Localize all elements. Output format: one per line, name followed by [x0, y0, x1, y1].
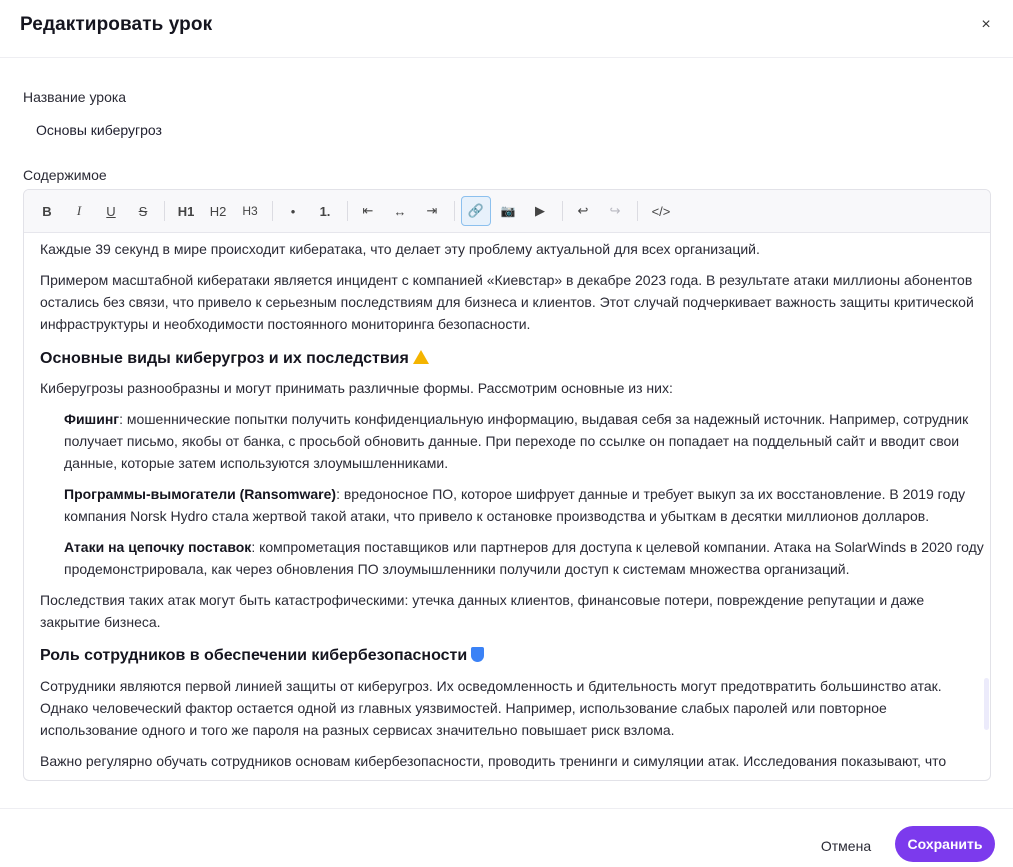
list-item-line: данные, которые затем используются злоум… [64, 455, 449, 471]
toolbar-divider [637, 201, 638, 221]
list-item-line: компания Norsk Hydro стала жертвой такой… [64, 508, 930, 524]
heading-employees: Роль сотрудников в обеспечении кибербезо… [40, 645, 485, 667]
lesson-name-input[interactable] [23, 113, 991, 147]
shield-icon [471, 647, 485, 662]
list-item-term: Атаки на цепочку поставок [64, 539, 252, 555]
rich-text-editor: B I U S H1 H2 H3 • 1. ⇤ ↔ ⇥ 🔗 📷 ▶ ↩ ↪ </… [23, 189, 991, 781]
lesson-name-label: Название урока [23, 89, 127, 105]
dialog-title: Редактировать урок [20, 14, 213, 35]
warning-icon [412, 350, 429, 364]
paragraph-line: использование одного и того же пароля на… [40, 722, 675, 738]
paragraph-line: остались без связи, что привело к серьез… [40, 294, 974, 310]
list-item-text: : мошеннические попытки получить конфиде… [119, 411, 969, 427]
video-button[interactable]: ▶ [526, 197, 554, 225]
align-left-button[interactable]: ⇤ [354, 197, 382, 225]
list-item: Программы-вымогатели (Ransomware): вредо… [64, 483, 965, 505]
close-icon[interactable]: × [977, 15, 995, 35]
edit-lesson-dialog: Редактировать урок × Название урока Соде… [0, 0, 1013, 867]
heading-text: Роль сотрудников в обеспечении кибербезо… [40, 647, 468, 664]
heading-text: Основные виды киберугроз и их последстви… [40, 350, 409, 367]
dialog-footer: Отмена Сохранить [0, 808, 1013, 867]
heading2-button[interactable]: H2 [204, 197, 232, 225]
list-item-text: : вредоносное ПО, которое шифрует данные… [336, 486, 966, 502]
align-center-button[interactable]: ↔ [386, 197, 414, 225]
undo-button[interactable]: ↩ [569, 197, 597, 225]
content-label: Содержимое [23, 167, 107, 183]
list-item-line: продемонстрировала, как через обновления… [64, 561, 850, 577]
paragraph-line: Однако человеческий фактор остается одно… [40, 700, 887, 716]
bold-button[interactable]: B [33, 197, 61, 225]
save-button[interactable]: Сохранить [895, 826, 995, 862]
italic-button[interactable]: I [65, 197, 93, 225]
paragraph: Каждые 39 секунд в мире происходит кибер… [40, 241, 760, 257]
editor-toolbar: B I U S H1 H2 H3 • 1. ⇤ ↔ ⇥ 🔗 📷 ▶ ↩ ↪ </… [24, 190, 990, 233]
redo-button[interactable]: ↪ [601, 197, 629, 225]
list-item: Атаки на цепочку поставок: компрометация… [64, 536, 984, 558]
toolbar-divider [164, 201, 165, 221]
paragraph-line: инфраструктуры и необходимости постоянно… [40, 316, 531, 332]
paragraph-line: Последствия таких атак могут быть катаст… [40, 592, 925, 608]
bullet-list-button[interactable]: • [279, 197, 307, 225]
align-right-button[interactable]: ⇥ [418, 197, 446, 225]
cancel-button[interactable]: Отмена [806, 831, 886, 861]
heading3-button[interactable]: H3 [236, 197, 264, 225]
toolbar-divider [454, 201, 455, 221]
paragraph-line: закрытие бизнеса. [40, 614, 161, 630]
code-view-button[interactable]: </> [644, 197, 678, 225]
dialog-header: Редактировать урок × [0, 0, 1013, 58]
toolbar-divider [272, 201, 273, 221]
heading1-button[interactable]: H1 [172, 197, 200, 225]
paragraph-line: Примером масштабной кибератаки является … [40, 272, 973, 288]
list-item-term: Фишинг [64, 411, 120, 427]
list-item-term: Программы-вымогатели (Ransomware) [64, 486, 337, 502]
list-item: Фишинг: мошеннические попытки получить к… [64, 408, 968, 430]
content-scrollbar[interactable] [984, 678, 989, 730]
ordered-list-button[interactable]: 1. [311, 197, 339, 225]
link-button[interactable]: 🔗 [461, 196, 491, 226]
toolbar-divider [562, 201, 563, 221]
image-button[interactable]: 📷 [494, 197, 522, 225]
paragraph-line: Важно регулярно обучать сотрудников осно… [40, 753, 947, 769]
strikethrough-button[interactable]: S [129, 197, 157, 225]
underline-button[interactable]: U [97, 197, 125, 225]
paragraph-line: Сотрудники являются первой линией защиты… [40, 678, 942, 694]
toolbar-divider [347, 201, 348, 221]
editor-content[interactable]: Каждые 39 секунд в мире происходит кибер… [24, 233, 990, 780]
list-item-text: : компрометация поставщиков или партнеро… [251, 539, 984, 555]
paragraph: Киберугрозы разнообразны и могут принима… [40, 380, 673, 396]
list-item-line: получает письмо, якобы от банка, с прось… [64, 433, 960, 449]
heading-threats: Основные виды киберугроз и их последстви… [40, 348, 429, 370]
